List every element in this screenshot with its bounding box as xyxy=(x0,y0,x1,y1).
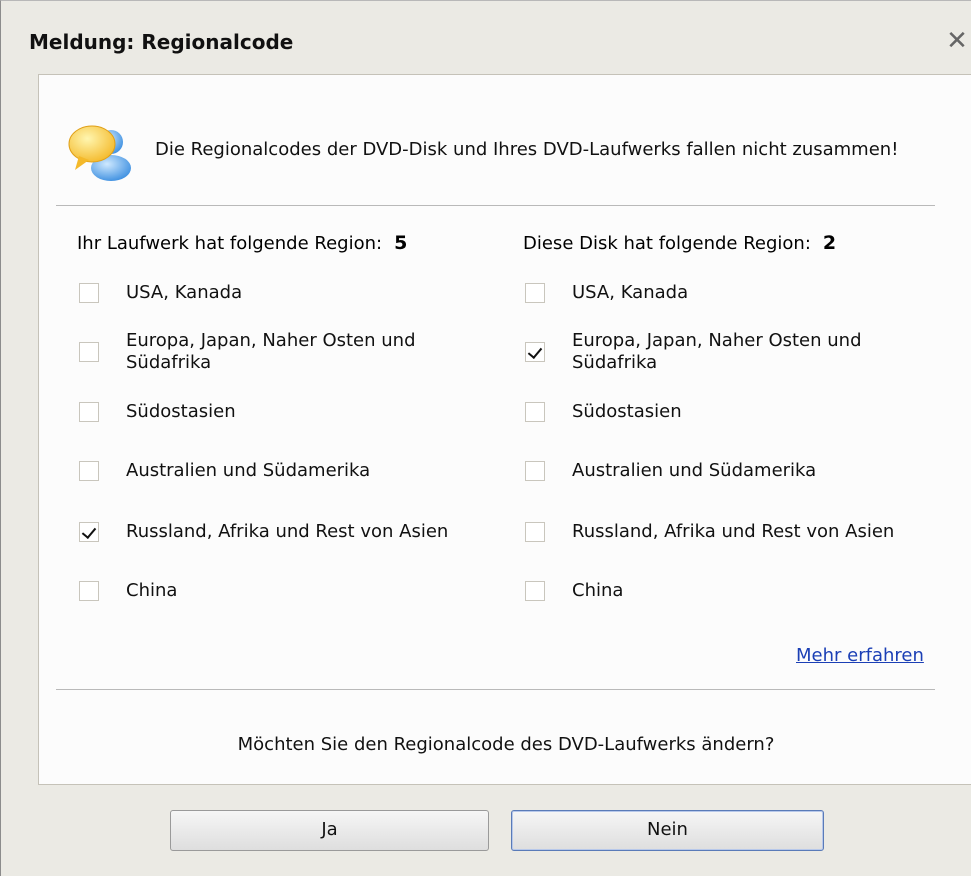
yes-button[interactable]: Ja xyxy=(170,810,489,851)
close-icon[interactable]: ✕ xyxy=(942,23,971,59)
disk-region-heading: Diese Disk hat folgende Region: 2 xyxy=(523,232,836,254)
disk-checkbox-5[interactable] xyxy=(525,522,545,542)
option-label: Russland, Afrika und Rest von Asien xyxy=(572,521,895,542)
option-label: Europa, Japan, Naher Osten und Südafrika xyxy=(572,330,862,373)
option-label: China xyxy=(572,580,624,601)
option-label: Russland, Afrika und Rest von Asien xyxy=(126,521,449,542)
drive-checkbox-2[interactable] xyxy=(79,342,99,362)
drive-checkbox-5[interactable] xyxy=(79,522,99,542)
drive-checkbox-3[interactable] xyxy=(79,402,99,422)
option-label: USA, Kanada xyxy=(126,282,243,303)
divider xyxy=(56,205,935,206)
content-panel: Die Regionalcodes der DVD-Disk und Ihres… xyxy=(38,74,971,785)
drive-checkbox-6[interactable] xyxy=(79,581,99,601)
disk-checkbox-1[interactable] xyxy=(525,283,545,303)
disk-checkbox-2[interactable] xyxy=(525,342,545,362)
drive-region-label: Ihr Laufwerk hat folgende Region: xyxy=(77,233,383,254)
title-bar: Meldung: Regionalcode ✕ xyxy=(2,11,971,73)
option-label: Südostasien xyxy=(126,401,236,422)
region-code-dialog: Meldung: Regionalcode ✕ Die Regionalcode… xyxy=(0,0,971,876)
learn-more-link[interactable]: Mehr erfahren xyxy=(796,645,924,666)
option-label: Australien und Südamerika xyxy=(126,460,371,481)
drive-region-heading: Ihr Laufwerk hat folgende Region: 5 xyxy=(77,232,407,254)
no-button[interactable]: Nein xyxy=(511,810,824,851)
option-label: Australien und Südamerika xyxy=(572,460,817,481)
disk-checkbox-6[interactable] xyxy=(525,581,545,601)
option-label: Südostasien xyxy=(572,401,682,422)
disk-region-value: 2 xyxy=(822,232,837,254)
dialog-title: Meldung: Regionalcode xyxy=(29,30,294,54)
chat-bubble-user-icon xyxy=(68,125,131,181)
disk-region-label: Diese Disk hat folgende Region: xyxy=(523,233,811,254)
option-label: USA, Kanada xyxy=(572,282,689,303)
disk-checkbox-4[interactable] xyxy=(525,461,545,481)
option-label: Europa, Japan, Naher Osten und Südafrika xyxy=(126,330,416,373)
change-region-question: Möchten Sie den Regionalcode des DVD-Lau… xyxy=(237,734,775,755)
disk-checkbox-3[interactable] xyxy=(525,402,545,422)
drive-region-value: 5 xyxy=(394,232,408,254)
option-label: China xyxy=(126,580,178,601)
drive-checkbox-1[interactable] xyxy=(79,283,99,303)
mismatch-message: Die Regionalcodes der DVD-Disk und Ihres… xyxy=(155,139,899,160)
divider xyxy=(56,689,935,690)
drive-checkbox-4[interactable] xyxy=(79,461,99,481)
